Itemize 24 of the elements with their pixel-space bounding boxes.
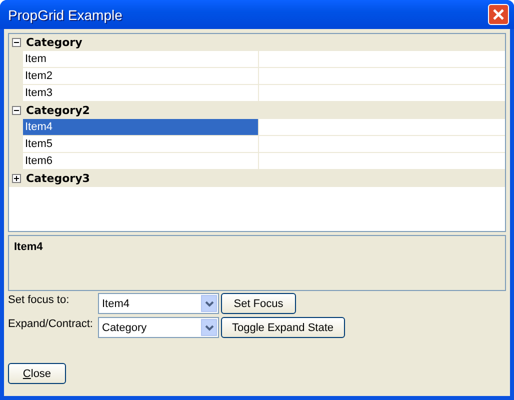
property-name[interactable]: Item6 (23, 153, 259, 169)
category-label[interactable]: Category (26, 36, 82, 49)
caret-icon[interactable] (204, 324, 214, 330)
field-label: Set focus to: (8, 293, 70, 306)
category-label[interactable]: Category2 (26, 104, 90, 117)
action-button[interactable]: Set Focus (221, 293, 296, 314)
caret-icon[interactable] (204, 300, 214, 306)
property-name[interactable]: Item5 (23, 136, 259, 152)
field-label: Expand/Contract: (8, 317, 94, 330)
property-name[interactable]: Item2 (23, 68, 259, 84)
property-name[interactable]: Item3 (23, 85, 259, 101)
collapse-icon[interactable] (12, 106, 21, 115)
window-title: PropGrid Example (8, 6, 122, 22)
expand-icon[interactable] (12, 174, 21, 183)
close-button[interactable]: Close (8, 363, 66, 384)
action-button[interactable]: Toggle Expand State (221, 317, 345, 338)
property-name[interactable]: Item (23, 51, 259, 67)
category-label[interactable]: Category3 (26, 172, 90, 185)
close-icon[interactable] (488, 4, 509, 25)
dropdown-field[interactable]: Category (98, 317, 219, 338)
collapse-icon[interactable] (12, 38, 21, 47)
property-name[interactable]: Item4 (23, 119, 259, 135)
dropdown-field[interactable]: Item4 (98, 293, 219, 314)
description-title: Item4 (14, 241, 43, 253)
